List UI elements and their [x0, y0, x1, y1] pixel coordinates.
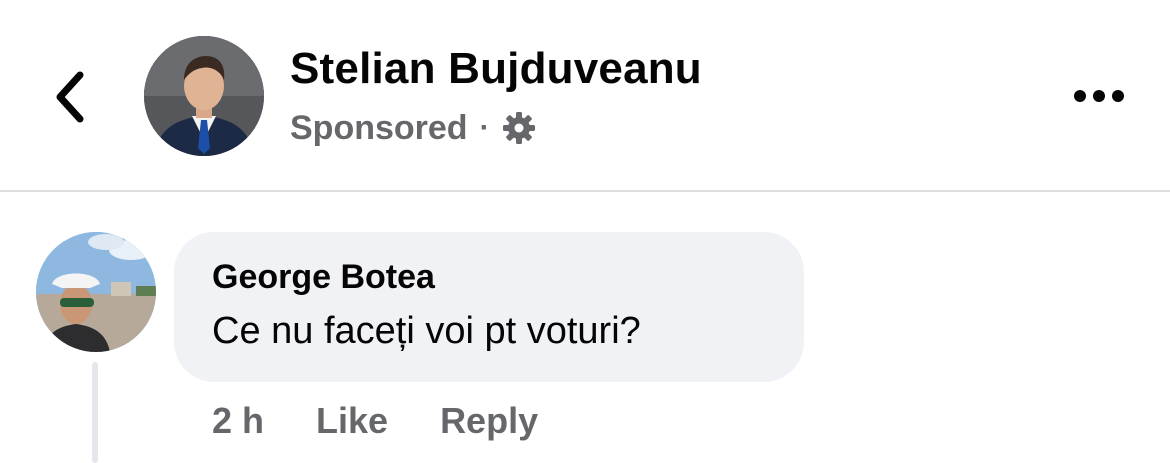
comment-text: Ce nu faceți voi pt voturi? [212, 310, 641, 352]
gear-icon [502, 112, 535, 144]
comment-bubble[interactable]: George Botea Ce nu faceți voi pt voturi? [174, 232, 804, 382]
sponsored-label: Sponsored [290, 108, 468, 147]
page-avatar-image [144, 36, 264, 156]
page-name[interactable]: Stelian Bujduveanu [290, 44, 702, 94]
page-avatar[interactable] [144, 36, 264, 156]
like-button[interactable]: Like [316, 400, 388, 442]
reply-thread-line [92, 362, 98, 463]
comment-timestamp[interactable]: 2 h [212, 400, 264, 442]
commenter-avatar-image [36, 232, 156, 352]
post-header: Stelian Bujduveanu Sponsored · [0, 0, 1170, 190]
meta-separator: · [479, 111, 490, 144]
reply-button[interactable]: Reply [440, 400, 538, 442]
back-button[interactable] [40, 62, 100, 132]
chevron-left-icon [56, 71, 84, 123]
sponsored-meta: Sponsored · [290, 106, 536, 150]
comment-author[interactable]: George Botea [212, 258, 435, 297]
header-divider [0, 190, 1170, 192]
comment-actions: 2 h Like Reply [212, 398, 590, 444]
commenter-avatar[interactable] [36, 232, 156, 352]
audience-settings-button[interactable] [502, 111, 536, 145]
more-options-button[interactable] [1064, 76, 1134, 116]
more-horizontal-icon [1074, 90, 1124, 102]
